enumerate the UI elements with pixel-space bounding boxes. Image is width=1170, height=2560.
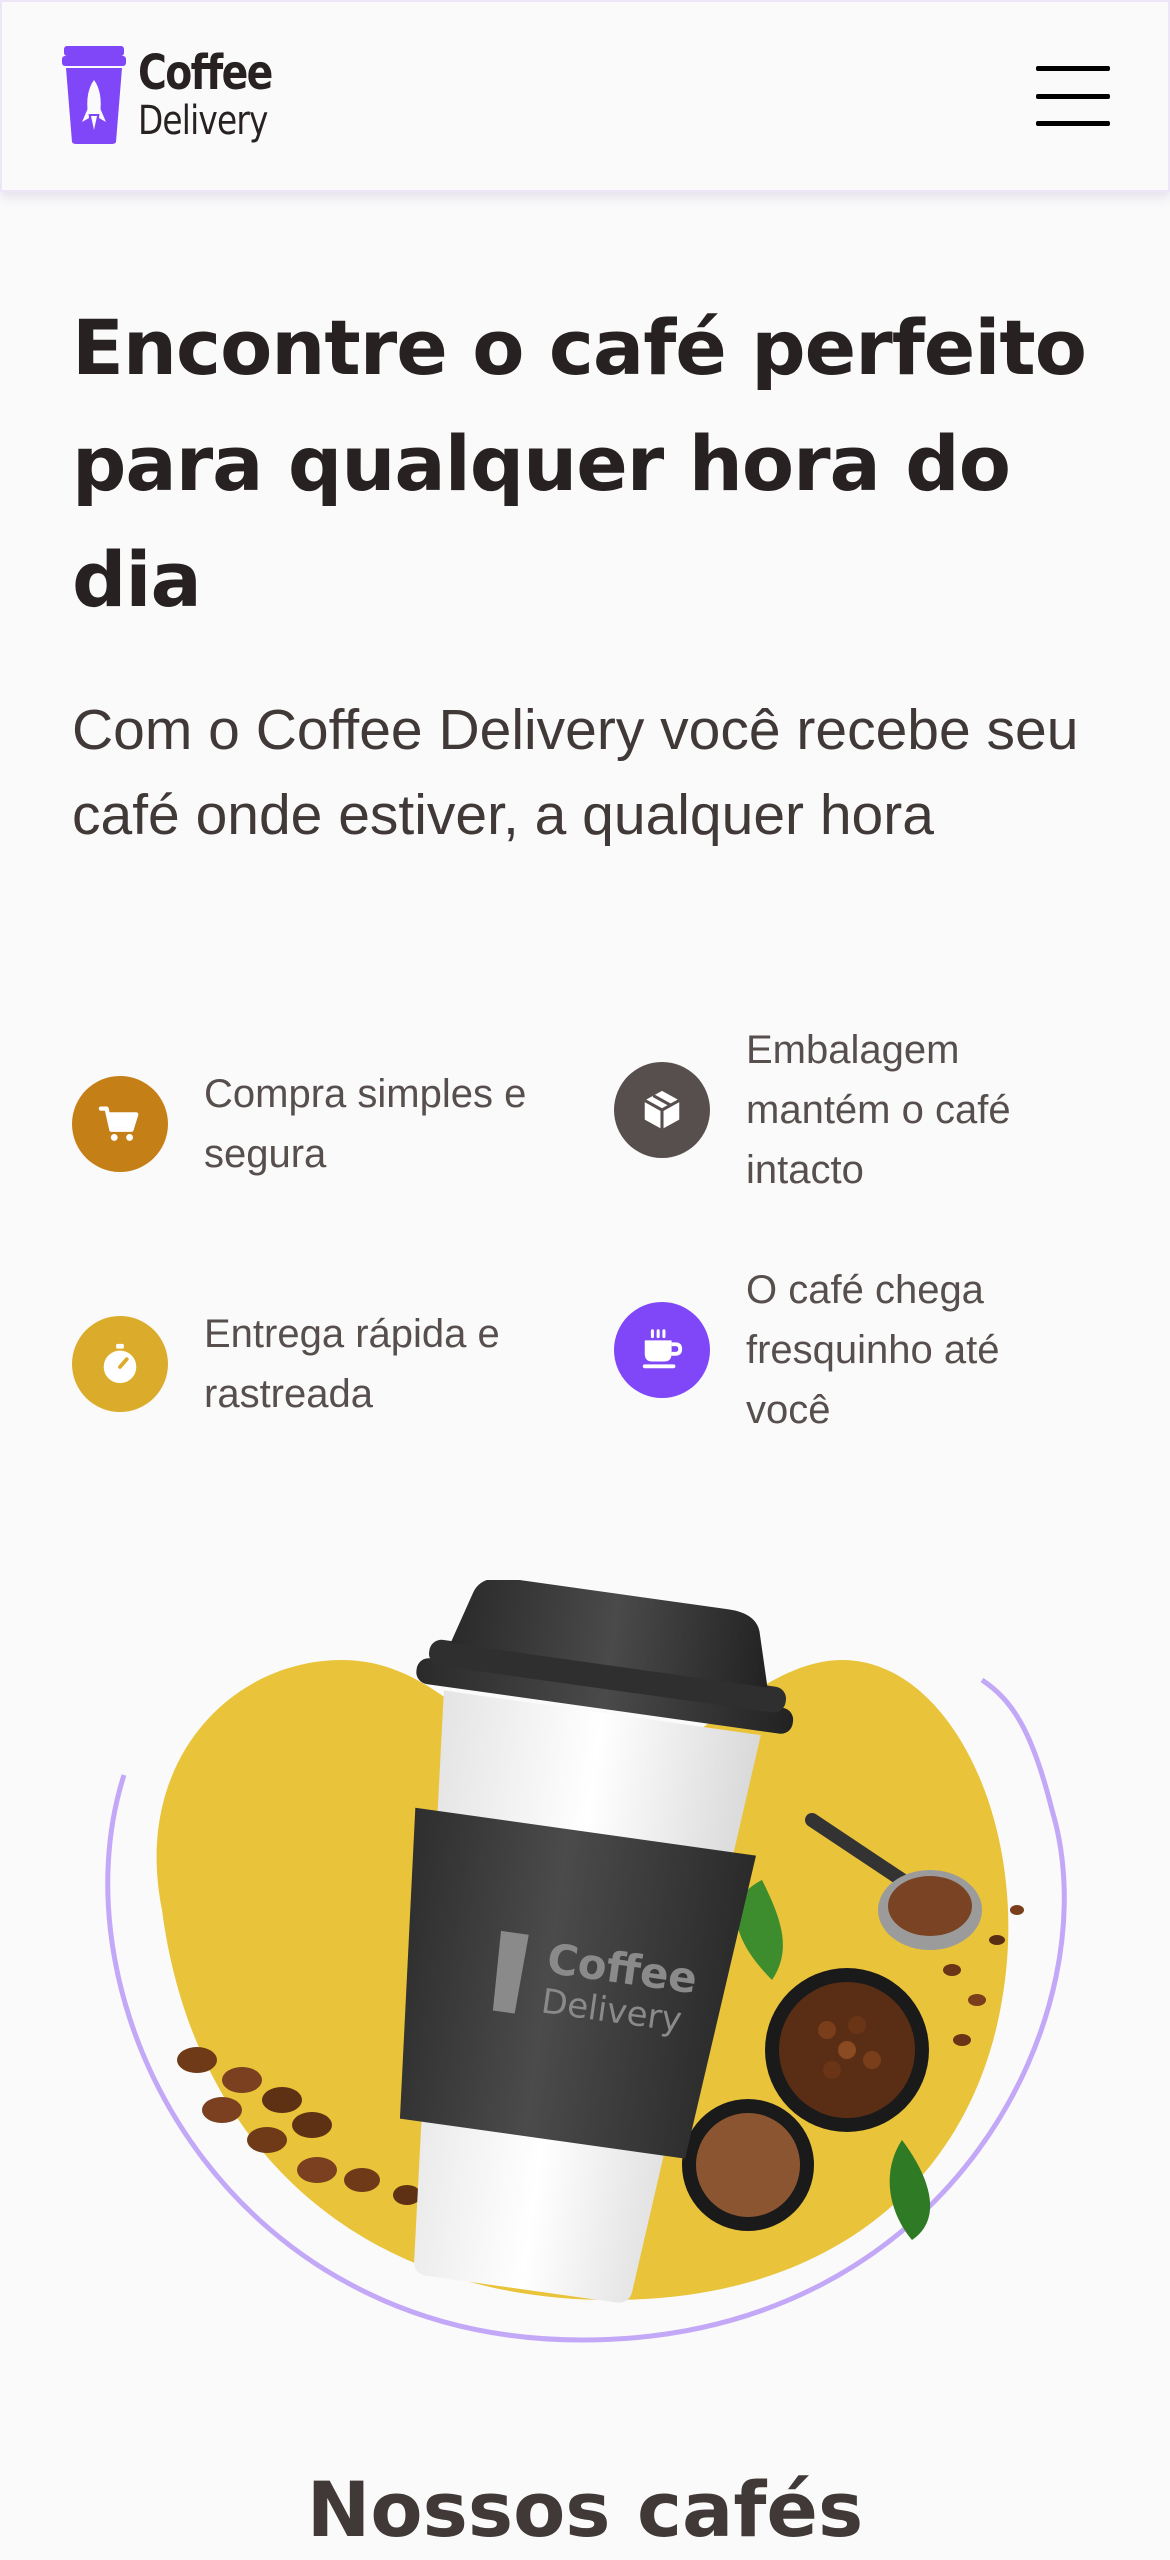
- feature-item-fresh-coffee: O café chega fresquinho até você: [614, 1260, 1086, 1440]
- hamburger-menu-icon-bar: [1036, 66, 1110, 71]
- feature-text: Compra simples e segura: [204, 1072, 527, 1176]
- feature-text: O café chega fresquinho até você: [746, 1268, 1000, 1432]
- feature-item-delivery: Entrega rápida e rastreada: [72, 1304, 564, 1424]
- logo-line2: Delivery: [138, 98, 268, 144]
- feature-text: Entrega rápida e rastreada: [204, 1312, 500, 1416]
- hero-coffee-illustration: Coffee Delivery: [105, 1580, 1067, 2343]
- package-icon: [614, 1062, 710, 1158]
- feature-item-purchase: Compra simples e segura: [72, 1064, 564, 1184]
- hero-title: Encontre o café perfeito para qualquer h…: [72, 303, 1087, 624]
- logo-wordmark: Coffee Delivery: [138, 49, 301, 141]
- logo-line1: Coffee: [138, 45, 273, 101]
- hero-subtitle: Com o Coffee Delivery você recebe seu ca…: [72, 698, 1079, 847]
- timer-icon: [72, 1316, 168, 1412]
- coffee-cup-icon: [614, 1302, 710, 1398]
- feature-text: Embalagem mantém o café intacto: [746, 1028, 1011, 1192]
- top-navbar: Coffee Delivery: [0, 0, 1170, 192]
- feature-item-package: Embalagem mantém o café intacto: [614, 1020, 1086, 1200]
- hamburger-menu-icon-bar: [1036, 121, 1110, 126]
- hamburger-menu-button[interactable]: [1036, 66, 1110, 126]
- section-title: Nossos cafés: [306, 2465, 864, 2554]
- shopping-cart-icon: [72, 1076, 168, 1172]
- brand-logo[interactable]: Coffee Delivery: [62, 46, 301, 144]
- hamburger-menu-icon-bar: [1036, 93, 1110, 99]
- rocket-cup-icon: [62, 46, 126, 144]
